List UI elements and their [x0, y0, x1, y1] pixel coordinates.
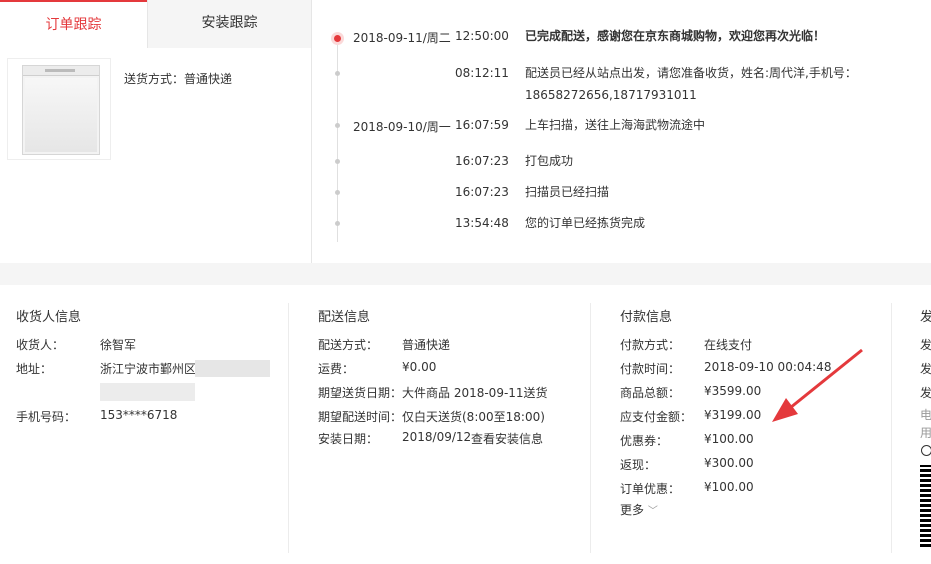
annotation-arrow-icon	[772, 348, 863, 422]
